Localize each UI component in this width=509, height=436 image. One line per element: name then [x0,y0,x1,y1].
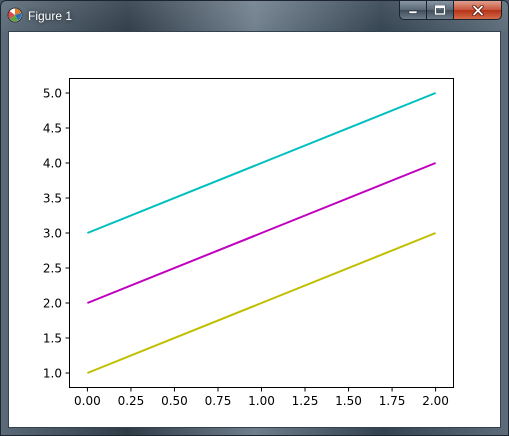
y-tick-label: 2.0 [43,296,62,310]
matplotlib-icon[interactable] [7,7,23,23]
minimize-button[interactable] [399,1,427,20]
y-tick-label: 4.0 [43,156,62,170]
y-tick-label: 3.0 [43,226,62,240]
x-tick-label: 1.00 [248,394,275,408]
x-tick-label: 1.25 [292,394,319,408]
maximize-button[interactable] [427,1,454,20]
maximize-icon [434,5,446,15]
y-tick-label: 2.5 [43,261,62,275]
y-tick-label: 3.5 [43,191,62,205]
line-chart: 0.00 0.25 0.50 0.75 1.00 1.25 1.50 1.75 2.00 1.0… [43,78,454,408]
y-tick-label: 1.0 [43,366,62,380]
x-tick-label: 0.00 [74,394,101,408]
close-button[interactable] [454,1,502,20]
y-tick-label: 4.5 [43,121,62,135]
close-icon [471,4,484,16]
x-axis: 0.00 0.25 0.50 0.75 1.00 1.25 1.50 1.75 2.00 [74,387,449,408]
y-tick-label: 5.0 [43,86,62,100]
minimize-icon [408,10,418,14]
y-axis: 1.0 1.5 2.0 2.5 3.0 3.5 4.0 4.5 5.0 [43,86,70,380]
caption-buttons [399,1,504,20]
figure-canvas: 0.00 0.25 0.50 0.75 1.00 1.25 1.50 1.75 2.00 1.0… [8,31,501,428]
x-tick-label: 1.75 [379,394,406,408]
x-tick-label: 0.75 [205,394,232,408]
window-title: Figure 1 [28,9,73,23]
y-tick-label: 1.5 [43,331,62,345]
x-tick-label: 2.00 [422,394,449,408]
x-tick-label: 0.50 [161,394,188,408]
x-tick-label: 1.50 [335,394,362,408]
title-bar[interactable]: Figure 1 [1,1,508,31]
figure-window: Figure 1 0.00 0.25 0.50 0.75 1.00 1.25 1… [0,0,509,436]
x-tick-label: 0.25 [118,394,145,408]
